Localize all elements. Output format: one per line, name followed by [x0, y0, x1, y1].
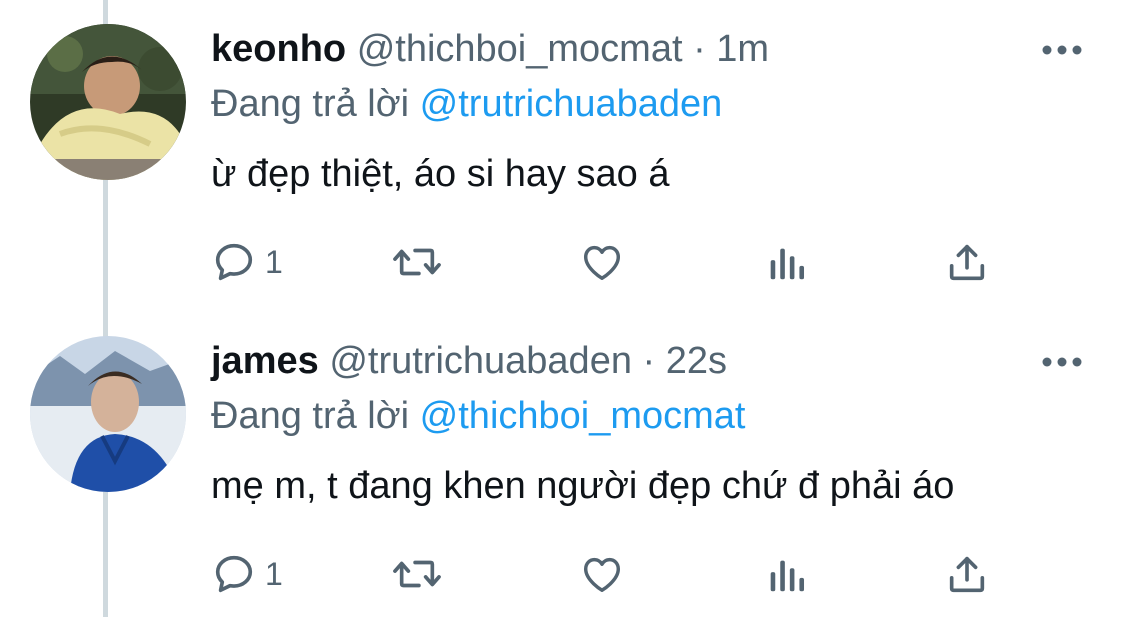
tweet-header: james @trutrichuabaden · 22s: [211, 340, 727, 383]
mention-link[interactable]: @thichboi_mocmat: [420, 395, 746, 437]
replying-to: Đang trả lời @trutrichuabaden: [211, 83, 722, 126]
avatar[interactable]: [30, 24, 186, 180]
avatar[interactable]: [30, 336, 186, 492]
action-bar: 1: [211, 237, 1011, 287]
reply-button[interactable]: 1: [211, 549, 283, 599]
views-button[interactable]: [764, 549, 808, 599]
display-name[interactable]: james: [211, 340, 319, 382]
tweet[interactable]: keonho @thichboi_mocmat · 1m Đang trả lờ…: [0, 0, 1125, 310]
share-icon: [949, 244, 985, 281]
separator: ·: [642, 340, 656, 382]
share-icon: [949, 556, 985, 593]
tweet-text: ừ đẹp thiệt, áo si hay sao á: [211, 153, 670, 195]
share-button[interactable]: [944, 549, 990, 599]
username-handle[interactable]: @thichboi_mocmat: [357, 28, 683, 70]
replying-prefix: Đang trả lời: [211, 83, 410, 125]
username-handle[interactable]: @trutrichuabaden: [329, 340, 632, 382]
retweet-icon: [393, 248, 441, 276]
retweet-button[interactable]: [391, 549, 443, 599]
views-button[interactable]: [764, 237, 808, 287]
retweet-button[interactable]: [391, 237, 443, 287]
reply-count: 1: [265, 243, 283, 280]
views-icon: [770, 248, 805, 280]
tweet-text: mẹ m, t đang khen người đẹp chứ đ phải á…: [211, 465, 955, 507]
replying-prefix: Đang trả lời: [211, 395, 410, 437]
reply-button[interactable]: 1: [211, 237, 283, 287]
timestamp[interactable]: 22s: [666, 340, 727, 382]
replying-to: Đang trả lời @thichboi_mocmat: [211, 395, 746, 438]
action-bar: 1: [211, 549, 1011, 599]
reply-count: 1: [265, 555, 283, 592]
reply-icon: [215, 243, 253, 281]
display-name[interactable]: keonho: [211, 28, 346, 70]
tweet-header: keonho @thichboi_mocmat · 1m: [211, 28, 769, 71]
like-button[interactable]: [577, 549, 627, 599]
share-button[interactable]: [944, 237, 990, 287]
reply-icon: [215, 555, 253, 593]
more-icon[interactable]: [1040, 352, 1084, 372]
timestamp[interactable]: 1m: [716, 28, 769, 70]
mention-link[interactable]: @trutrichuabaden: [420, 83, 723, 125]
more-icon[interactable]: [1040, 40, 1084, 60]
like-button[interactable]: [577, 237, 627, 287]
tweet[interactable]: james @trutrichuabaden · 22s Đang trả lờ…: [0, 310, 1125, 620]
separator: ·: [693, 28, 706, 70]
views-icon: [770, 560, 805, 592]
like-icon: [583, 557, 621, 593]
like-icon: [583, 245, 621, 281]
retweet-icon: [393, 560, 441, 588]
